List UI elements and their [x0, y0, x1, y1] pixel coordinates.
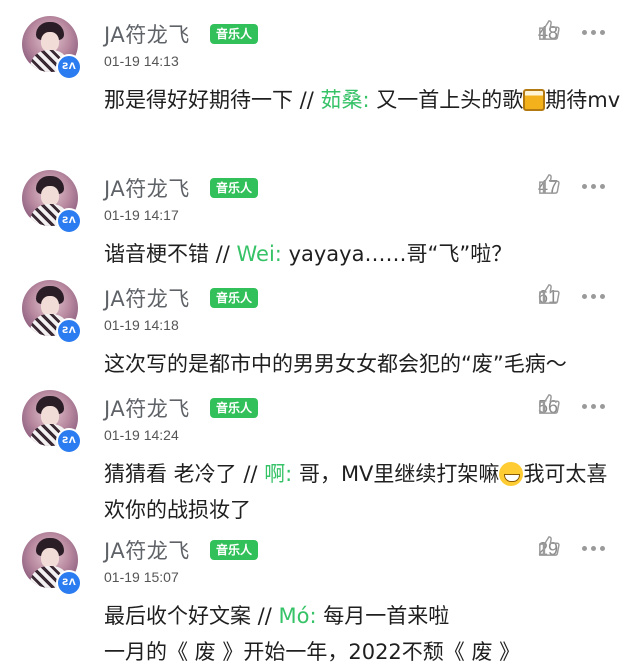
username[interactable]: JA符龙飞 [104, 535, 190, 565]
comment-text: 这次写的是都市中的男男女女都会犯的“废”毛病～ [104, 352, 567, 376]
grinning-sweat-face-icon [499, 462, 524, 486]
musician-tag: 音乐人 [210, 288, 259, 308]
more-dots-icon[interactable] [582, 30, 606, 36]
badge-icon: ƧΛ [56, 208, 82, 234]
musician-tag: 音乐人 [210, 398, 259, 418]
badge-icon: ƧΛ [56, 54, 82, 80]
comment-item: ƧΛ JA符龙飞 音乐人 01-19 15:07 29 最后收个好文案 // M… [0, 532, 640, 671]
badge-icon: ƧΛ [56, 318, 82, 344]
comment-item: ƧΛ JA符龙飞 音乐人 01-19 14:18 61 这次写的是都市中的男男女… [0, 280, 640, 385]
quoted-text: 哥，MV里继续打架嘛 [292, 462, 500, 486]
timestamp: 01-19 14:18 [104, 317, 179, 333]
timestamp: 01-19 14:13 [104, 53, 179, 69]
username[interactable]: JA符龙飞 [104, 283, 190, 313]
quoted-text: yayaya……哥“飞”啦？ [281, 242, 513, 266]
quoted-text: 每月一首来啦 [316, 604, 450, 628]
username[interactable]: JA符龙飞 [104, 393, 190, 423]
thumbs-up-icon[interactable] [538, 19, 560, 41]
quoted-username[interactable]: Wei: [237, 242, 282, 266]
comment-item: ƧΛ JA符龙飞 音乐人 01-19 14:17 47 谐音梗不错 // Wei… [0, 170, 640, 275]
comment-item: ƧΛ JA符龙飞 音乐人 01-19 14:24 56 猜猜看 老冷了 // 啊… [0, 390, 640, 530]
timestamp: 01-19 14:17 [104, 207, 179, 223]
comment-text: 猜猜看 老冷了 // 啊: 哥，MV里继续打架嘛 我可太喜欢你的战损妆了 [104, 456, 624, 528]
quoted-username[interactable]: Mó: [279, 604, 317, 628]
more-dots-icon[interactable] [582, 404, 606, 410]
timestamp: 01-19 15:07 [104, 569, 179, 585]
badge-icon: ƧΛ [56, 428, 82, 454]
musician-tag: 音乐人 [210, 24, 259, 44]
reply-text: 那是得好好期待一下 // [104, 88, 321, 112]
comment-text: 那是得好好期待一下 // 茹桑: 又一首上头的歌 期待mv [104, 82, 624, 118]
thumbs-up-icon[interactable] [538, 535, 560, 557]
quoted-username[interactable]: 茹桑: [321, 88, 370, 112]
more-dots-icon[interactable] [582, 184, 606, 190]
username[interactable]: JA符龙飞 [104, 173, 190, 203]
comment-item: ƧΛ JA符龙飞 音乐人 01-19 14:13 48 那是得好好期待一下 //… [0, 16, 640, 156]
beer-mug-icon [523, 89, 546, 111]
reply-text: 最后收个好文案 // [104, 604, 279, 628]
quoted-text-cont: 一月的《 废 》开始一年，2022不颓《 废 》 [104, 640, 521, 664]
thumbs-up-icon[interactable] [538, 283, 560, 305]
reply-text: 谐音梗不错 // [104, 242, 237, 266]
quoted-username[interactable]: 啊: [264, 462, 292, 486]
reply-text: 猜猜看 老冷了 // [104, 462, 265, 486]
comment-text: 谐音梗不错 // Wei: yayaya……哥“飞”啦？ [104, 236, 624, 272]
username[interactable]: JA符龙飞 [104, 19, 190, 49]
timestamp: 01-19 14:24 [104, 427, 179, 443]
musician-tag: 音乐人 [210, 178, 259, 198]
badge-icon: ƧΛ [56, 570, 82, 596]
quoted-text: 又一首上头的歌 [369, 88, 524, 112]
more-dots-icon[interactable] [582, 294, 606, 300]
thumbs-up-icon[interactable] [538, 393, 560, 415]
musician-tag: 音乐人 [210, 540, 259, 560]
comment-text: 最后收个好文案 // Mó: 每月一首来啦一月的《 废 》开始一年，2022不颓… [104, 598, 624, 670]
quoted-text-cont: 期待mv [545, 88, 621, 112]
thumbs-up-icon[interactable] [538, 173, 560, 195]
more-dots-icon[interactable] [582, 546, 606, 552]
